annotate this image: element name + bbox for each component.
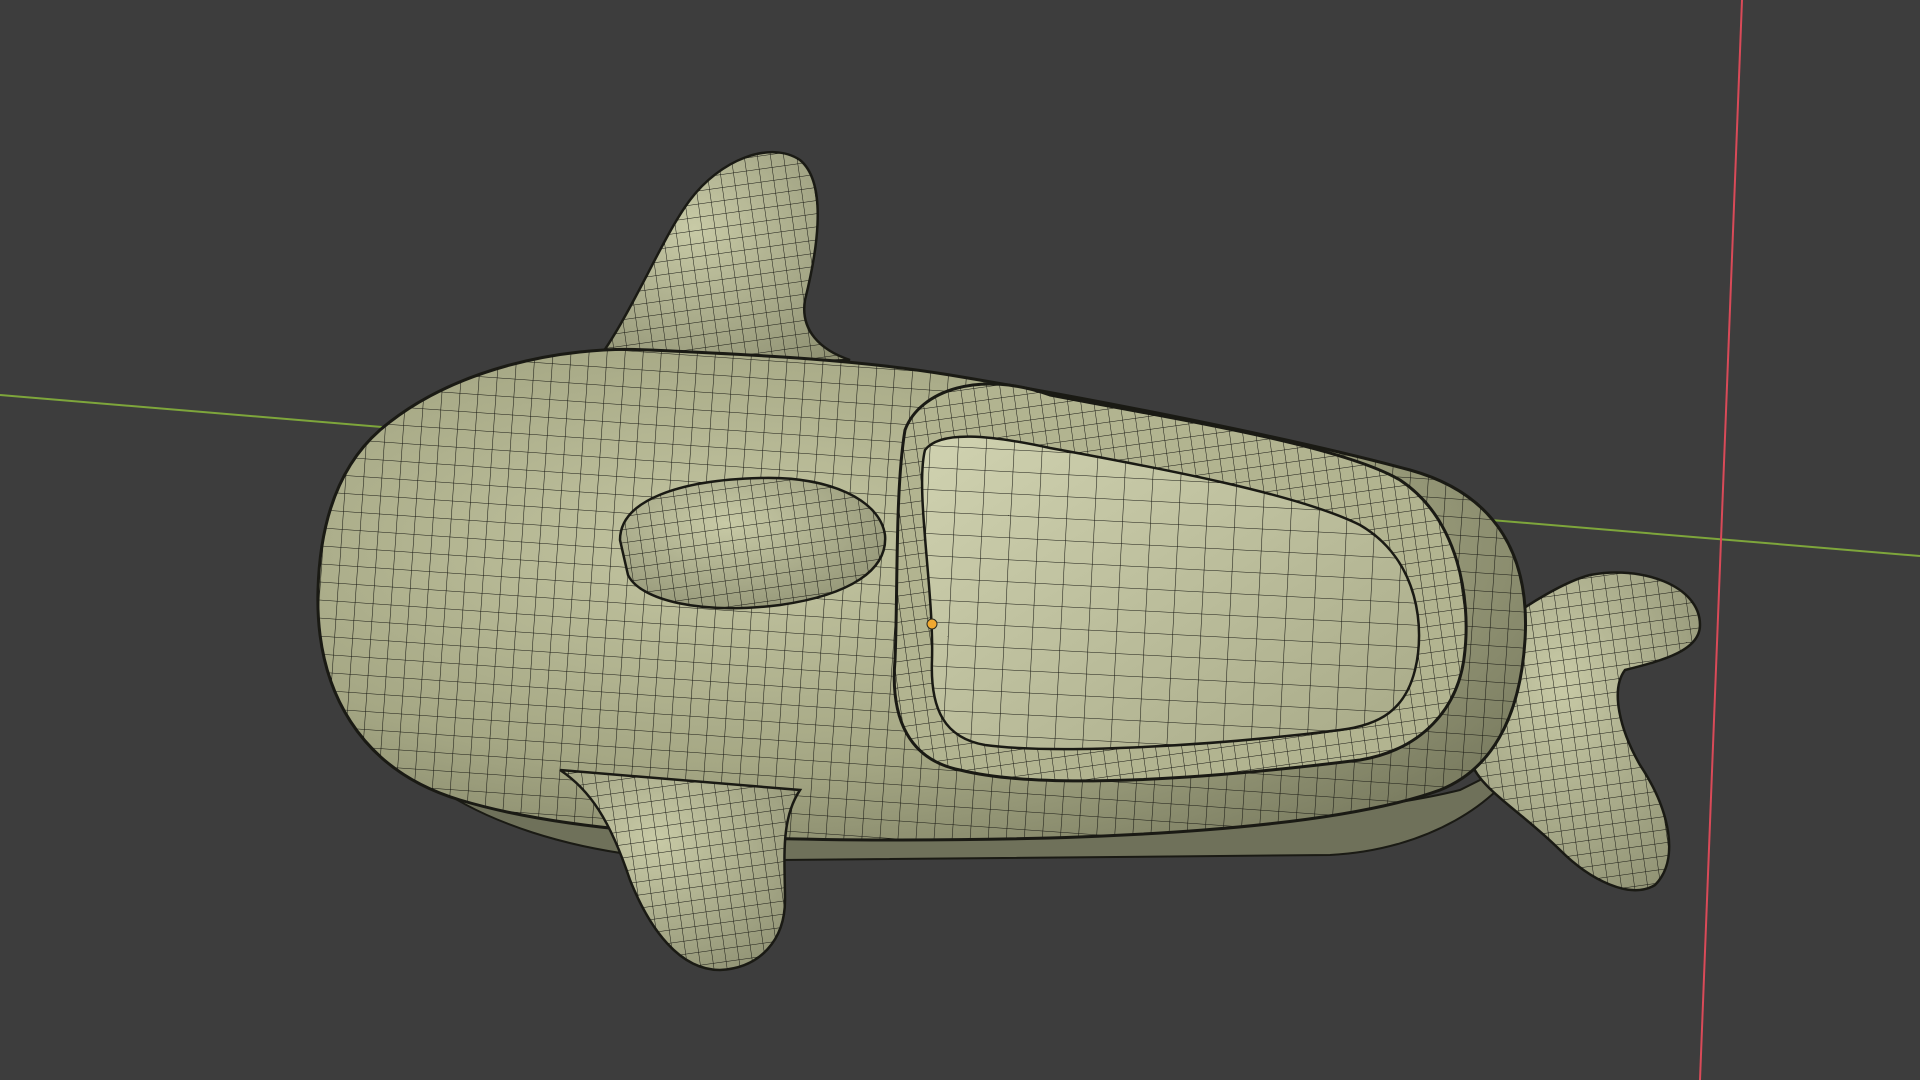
left-flipper [559,768,803,972]
dorsal-fin [587,150,851,372]
origin-point[interactable] [926,618,938,630]
model-mesh[interactable] [316,150,1702,972]
3d-viewport[interactable] [0,0,1920,1080]
nose-bump [618,476,887,610]
viewport-canvas[interactable] [0,0,1920,1080]
